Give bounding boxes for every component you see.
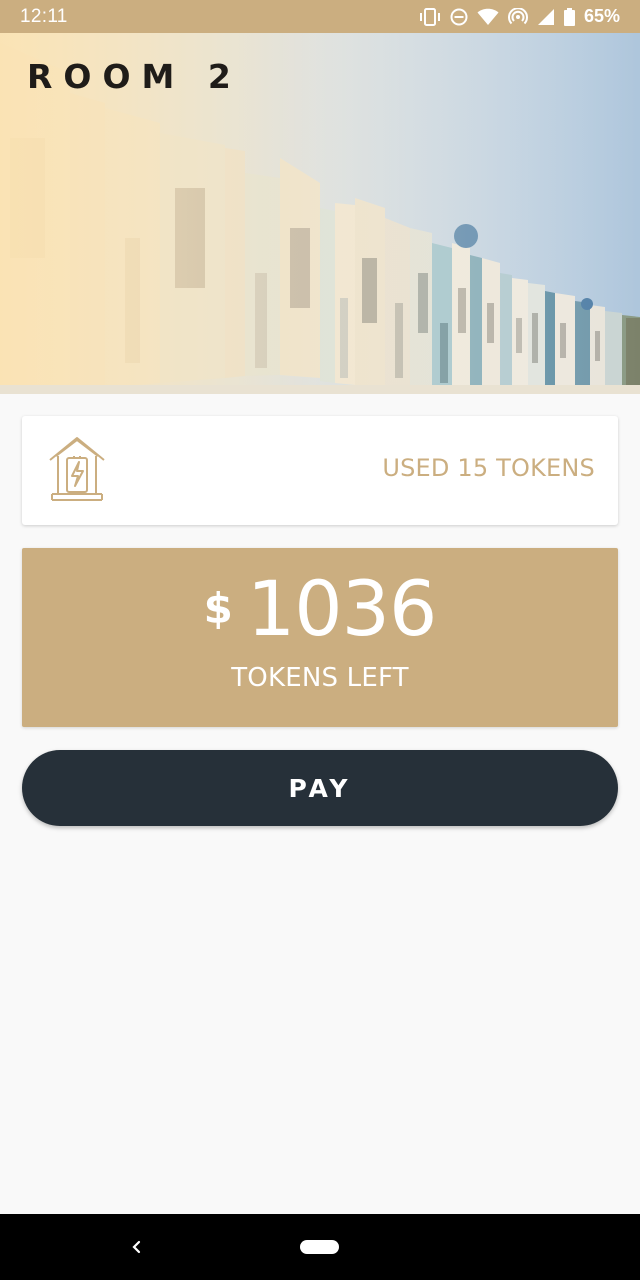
electric-house-icon [49,437,105,501]
battery-icon [563,7,575,26]
hotspot-icon [507,7,528,24]
wifi-icon [477,8,499,25]
home-pill-icon[interactable] [300,1240,339,1254]
signal-icon [537,8,554,25]
usage-card: USED 15 TOKENS [22,416,618,525]
vibrate-icon [419,7,440,26]
status-icons: 65% [419,6,620,27]
status-bar: 12:11 65% [0,0,640,33]
room-title: ROOM 2 [27,57,242,96]
status-time: 12:11 [20,5,68,27]
hero-banner: ROOM 2 [0,33,640,394]
back-icon[interactable] [128,1237,146,1257]
balance-amount-row: $ 1036 [22,566,618,652]
currency-symbol: $ [203,584,233,633]
tokens-left-label: TOKENS LEFT [231,663,409,693]
pay-button[interactable]: PAY [22,750,618,826]
tokens-left-amount: 1036 [246,564,437,653]
battery-percent: 65% [583,6,620,26]
balance-card: $ 1036 TOKENS LEFT [22,548,618,727]
do-not-disturb-icon [450,8,468,25]
tokens-used-text: USED 15 TOKENS [382,454,595,482]
